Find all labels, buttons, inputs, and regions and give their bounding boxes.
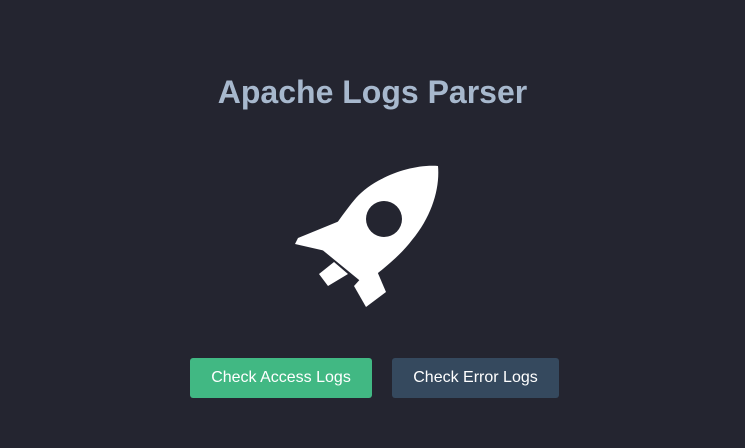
check-access-logs-button[interactable]: Check Access Logs (190, 358, 372, 398)
page-title: Apache Logs Parser (217, 74, 528, 110)
check-error-logs-button[interactable]: Check Error Logs (392, 358, 559, 398)
rocket-icon (295, 165, 439, 307)
